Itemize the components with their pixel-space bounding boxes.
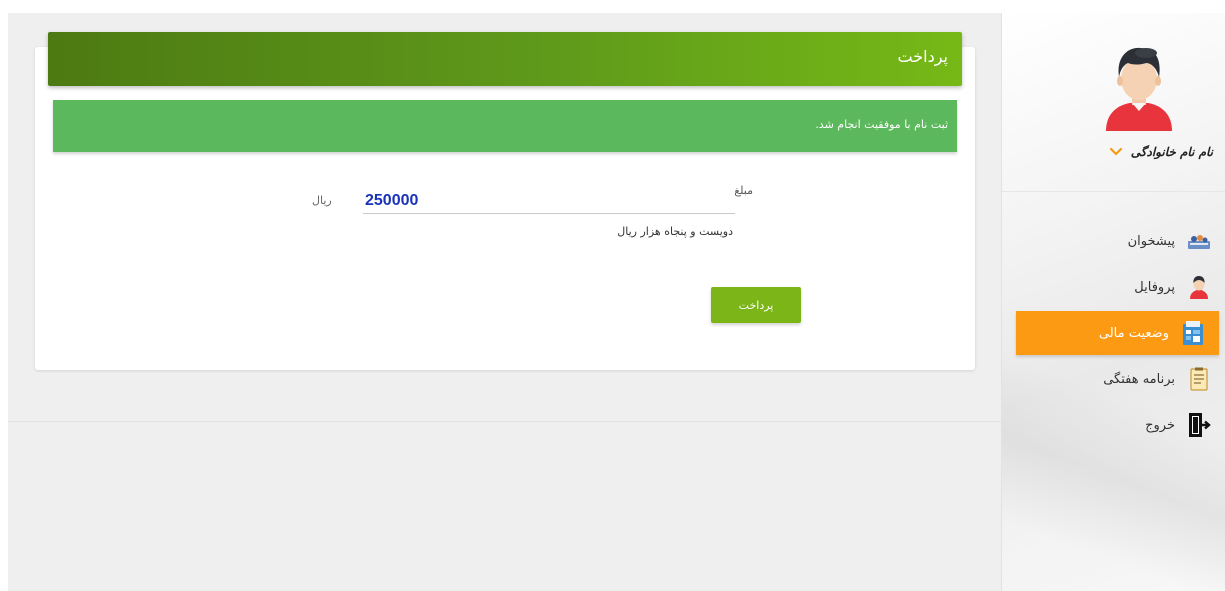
sidebar-item-label: وضعیت مالی xyxy=(1098,325,1169,341)
panel-title: پرداخت xyxy=(897,47,948,66)
sidebar-item-profile[interactable]: پروفایل xyxy=(1002,265,1225,309)
sidebar-item-label: پروفایل xyxy=(1134,279,1175,295)
schedule-icon xyxy=(1187,366,1211,392)
profile-icon xyxy=(1187,274,1211,300)
sidebar-nav: پیشخوان پروفایل وضعیت مالی برنامه هفتگی … xyxy=(1002,219,1225,447)
sidebar-item-label: خروج xyxy=(1145,417,1175,433)
alert-text: ثبت نام با موفقیت انجام شد. xyxy=(815,118,948,131)
sidebar-item-finance[interactable]: وضعیت مالی xyxy=(1016,311,1219,355)
pay-button[interactable]: پرداخت xyxy=(711,287,801,323)
sidebar-item-label: برنامه هفتگی xyxy=(1103,371,1175,387)
amount-input[interactable] xyxy=(363,189,735,214)
user-menu[interactable]: نام نام خانوادگی xyxy=(1002,141,1213,163)
app-frame: پرداخت ثبت نام با موفقیت انجام شد. مبلغ … xyxy=(8,13,1225,591)
amount-in-words: دویست و پنجاه هزار ریال xyxy=(617,225,733,238)
sidebar: نام نام خانوادگی پیشخوان پروفایل وضعیت م… xyxy=(1001,13,1225,591)
sidebar-item-dashboard[interactable]: پیشخوان xyxy=(1002,219,1225,263)
payment-panel: پرداخت ثبت نام با موفقیت انجام شد. مبلغ … xyxy=(35,32,975,370)
sidebar-item-label: پیشخوان xyxy=(1127,233,1175,249)
sidebar-item-schedule[interactable]: برنامه هفتگی xyxy=(1002,357,1225,401)
dashboard-icon xyxy=(1187,228,1211,254)
amount-unit: ریال xyxy=(312,194,332,207)
amount-label: مبلغ xyxy=(734,184,753,197)
chevron-down-icon[interactable] xyxy=(1109,147,1123,157)
success-alert: ثبت نام با موفقیت انجام شد. xyxy=(53,100,957,152)
logout-icon xyxy=(1187,412,1211,438)
sidebar-item-logout[interactable]: خروج xyxy=(1002,403,1225,447)
main-divider xyxy=(8,421,1002,422)
avatar-icon xyxy=(1106,47,1172,131)
sidebar-divider xyxy=(1002,191,1225,192)
finance-icon xyxy=(1181,320,1205,346)
panel-header: پرداخت xyxy=(48,32,962,86)
user-name: نام نام خانوادگی xyxy=(1130,145,1213,159)
